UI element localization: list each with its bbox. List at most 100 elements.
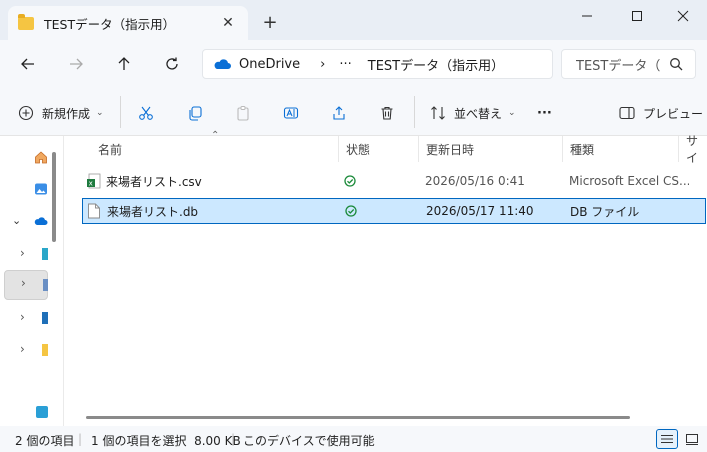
- status-divider: |: [78, 432, 83, 446]
- search-box[interactable]: TESTデータ（: [561, 49, 696, 79]
- sort-arrows-icon: [431, 106, 445, 120]
- clipboard-icon: [237, 106, 249, 121]
- copy-button[interactable]: [187, 100, 203, 126]
- column-divider[interactable]: [338, 136, 339, 162]
- search-icon[interactable]: [669, 57, 683, 71]
- trash-icon: [381, 106, 393, 120]
- paste-button[interactable]: [235, 100, 251, 126]
- sync-status-icon: [345, 199, 357, 223]
- share-button[interactable]: [331, 100, 347, 126]
- refresh-button[interactable]: [160, 52, 184, 76]
- column-header-modified[interactable]: 更新日時: [426, 136, 474, 162]
- chevron-down-icon: ⌄: [508, 108, 516, 118]
- column-header-status[interactable]: 状態: [346, 136, 370, 162]
- chevron-expanded-icon[interactable]: ⌄: [12, 214, 21, 227]
- onedrive-cloud-icon[interactable]: [34, 216, 48, 226]
- details-view-button[interactable]: [656, 429, 678, 449]
- maximize-button[interactable]: [614, 0, 660, 32]
- chevron-right-icon[interactable]: ›: [20, 246, 25, 260]
- folder-icon[interactable]: [42, 344, 48, 356]
- sidebar-item-selected[interactable]: ›: [4, 270, 48, 300]
- horizontal-scrollbar[interactable]: [86, 416, 630, 419]
- desktop-icon[interactable]: [42, 248, 48, 260]
- status-divider: |: [231, 432, 236, 446]
- sort-button-label: 並べ替え: [454, 106, 503, 121]
- rename-button[interactable]: [283, 100, 299, 126]
- up-button[interactable]: [112, 52, 136, 76]
- sync-status-icon: [344, 168, 356, 194]
- file-modified: 2026/05/17 11:40: [426, 204, 534, 218]
- breadcrumb-current-folder[interactable]: TESTデータ（指示用）: [368, 55, 504, 74]
- excel-csv-icon: x: [86, 168, 102, 194]
- gallery-icon[interactable]: [34, 182, 48, 196]
- delete-button[interactable]: [379, 100, 395, 126]
- availability-status: このデバイスで使用可能: [243, 434, 375, 448]
- file-list: ⌃ 名前 状態 更新日時 種類 サイ x 来場者リスト.csv 2026/05/…: [65, 130, 707, 426]
- back-button[interactable]: [16, 52, 40, 76]
- svg-text:x: x: [89, 180, 93, 188]
- this-pc-icon[interactable]: [36, 406, 48, 418]
- status-bar: 2 個の項目 | 1 個の項目を選択 8.00 KB | このデバイスで使用可能: [0, 426, 707, 452]
- breadcrumb-more[interactable]: ···: [339, 57, 351, 72]
- preview-pane-icon: [619, 106, 635, 120]
- arrow-right-icon: [70, 58, 83, 70]
- minimize-button[interactable]: [564, 0, 610, 32]
- folder-icon: [18, 13, 34, 30]
- search-input[interactable]: TESTデータ（: [576, 55, 669, 74]
- rename-icon: [283, 107, 299, 119]
- column-divider[interactable]: [562, 136, 563, 162]
- cut-button[interactable]: [138, 100, 154, 126]
- forward-button[interactable]: [64, 52, 88, 76]
- new-tab-button[interactable]: +: [259, 12, 281, 34]
- breadcrumb-onedrive[interactable]: OneDrive: [239, 57, 300, 72]
- preview-pane-button[interactable]: プレビュー: [619, 100, 703, 126]
- tab-current-folder[interactable]: TESTデータ（指示用） ✕: [8, 6, 248, 40]
- file-icon: [87, 199, 101, 223]
- toolbar-divider: [414, 96, 415, 128]
- tiles-view-icon: [686, 433, 698, 445]
- tab-title: TESTデータ（指示用）: [44, 16, 176, 32]
- see-more-button[interactable]: ···: [537, 100, 552, 126]
- tab-close-icon[interactable]: ✕: [218, 15, 238, 31]
- sidebar-scrollbar[interactable]: [52, 152, 56, 242]
- column-header-type[interactable]: 種類: [570, 136, 594, 162]
- command-bar: 新規作成 ⌄ 並べ替え ⌄ ··· プレビュー: [0, 88, 707, 136]
- file-name: 来場者リスト.db: [107, 204, 199, 219]
- file-row-selected[interactable]: 来場者リスト.db 2026/05/17 11:40 DB ファイル: [82, 198, 706, 224]
- tiles-view-button[interactable]: [682, 429, 702, 449]
- close-window-button[interactable]: [660, 0, 706, 32]
- column-header-name[interactable]: 名前: [98, 136, 122, 162]
- chevron-right-icon[interactable]: ›: [20, 310, 25, 324]
- preview-button-label: プレビュー: [643, 106, 704, 121]
- scissors-icon: [139, 106, 153, 120]
- item-count: 2 個の項目: [15, 434, 75, 448]
- details-view-icon: [661, 435, 673, 443]
- sort-button[interactable]: 並べ替え ⌄: [430, 100, 516, 126]
- column-header-size[interactable]: サイ: [686, 134, 707, 165]
- chevron-right-icon[interactable]: ›: [21, 276, 26, 290]
- maximize-icon: [632, 11, 642, 21]
- file-name: 来場者リスト.csv: [106, 174, 202, 189]
- plus-circle-icon: [18, 105, 34, 121]
- file-type: DB ファイル: [570, 204, 640, 219]
- column-divider[interactable]: [678, 136, 679, 162]
- minimize-icon: [582, 15, 592, 17]
- onedrive-cloud-icon: [214, 59, 231, 69]
- new-button[interactable]: 新規作成 ⌄: [18, 100, 104, 126]
- sort-ascending-icon: ⌃: [211, 130, 220, 141]
- column-divider[interactable]: [418, 136, 419, 162]
- arrow-left-icon: [21, 58, 34, 70]
- address-bar[interactable]: OneDrive › ··· TESTデータ（指示用）: [202, 49, 553, 79]
- file-row[interactable]: x 来場者リスト.csv 2026/05/16 0:41 Microsoft E…: [82, 168, 706, 194]
- toolbar-divider: [120, 96, 121, 128]
- new-button-label: 新規作成: [42, 106, 91, 121]
- copy-icon: [189, 106, 202, 121]
- share-icon: [333, 106, 345, 120]
- chevron-right-icon[interactable]: ›: [20, 342, 25, 356]
- chevron-right-icon: ›: [320, 56, 326, 72]
- home-icon[interactable]: [34, 150, 48, 164]
- arrow-up-icon: [118, 57, 130, 70]
- downloads-icon[interactable]: [42, 312, 48, 324]
- close-icon: [677, 10, 689, 22]
- title-bar: TESTデータ（指示用） ✕ +: [0, 0, 707, 40]
